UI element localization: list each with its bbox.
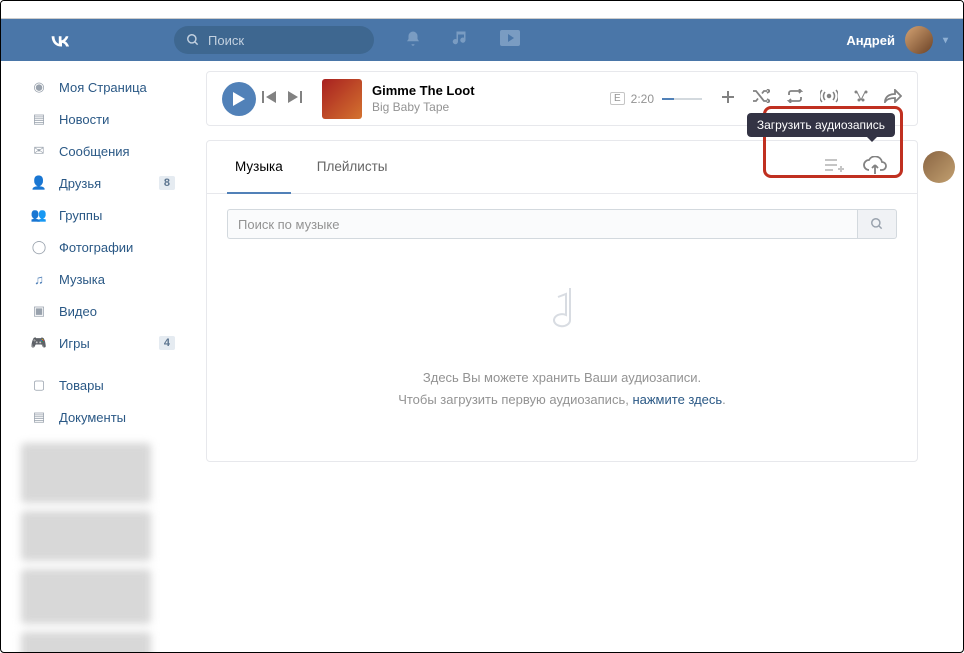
search-icon	[186, 33, 200, 47]
notifications-icon[interactable]	[404, 30, 422, 51]
music-note-icon: ♫	[29, 269, 49, 289]
search-placeholder: Поиск	[208, 33, 244, 48]
blurred-widget	[21, 569, 151, 624]
explicit-badge: E	[610, 92, 625, 105]
camera-icon: ◯	[29, 237, 49, 257]
friends-icon: 👤	[29, 173, 49, 193]
repeat-icon[interactable]	[786, 89, 804, 108]
groups-icon: 👥	[29, 205, 49, 225]
empty-text-suffix: .	[722, 392, 726, 407]
sidebar-item-games[interactable]: 🎮 Игры 4	[21, 327, 183, 359]
note-icon	[542, 284, 582, 337]
main-content: Gimme The Loot Big Baby Tape E 2:20 Загр	[191, 61, 963, 652]
global-search[interactable]: Поиск	[174, 26, 374, 54]
sidebar-item-label: Товары	[59, 378, 104, 393]
sidebar-item-label: Новости	[59, 112, 109, 127]
playlist-add-icon[interactable]	[825, 158, 845, 177]
tab-playlists[interactable]: Плейлисты	[309, 141, 396, 193]
profile-avatar[interactable]	[923, 151, 955, 183]
sidebar-item-docs[interactable]: ▤ Документы	[21, 401, 183, 433]
blurred-widget	[21, 632, 151, 653]
user-avatar[interactable]	[905, 26, 933, 54]
sidebar-item-label: Игры	[59, 336, 90, 351]
doc-icon: ▤	[29, 407, 49, 427]
sidebar-item-news[interactable]: ▤ Новости	[21, 103, 183, 135]
music-search-button[interactable]	[857, 209, 897, 239]
browser-bar	[1, 1, 963, 19]
sidebar-item-label: Друзья	[59, 176, 101, 191]
sidebar-item-label: Фотографии	[59, 240, 133, 255]
tab-music[interactable]: Музыка	[227, 141, 291, 194]
empty-text-line1: Здесь Вы можете хранить Ваши аудиозаписи…	[423, 370, 701, 385]
badge: 4	[159, 336, 175, 350]
empty-text-prefix: Чтобы загрузить первую аудиозапись,	[398, 392, 632, 407]
track-artist: Big Baby Tape	[372, 100, 475, 114]
progress-bar[interactable]	[662, 98, 702, 100]
music-icon[interactable]	[452, 30, 470, 51]
bag-icon: ▢	[29, 375, 49, 395]
prev-button[interactable]	[262, 91, 276, 106]
username[interactable]: Андрей	[846, 33, 895, 48]
sidebar-item-label: Моя Страница	[59, 80, 147, 95]
upload-tooltip: Загрузить аудиозапись	[747, 113, 895, 137]
play-button[interactable]	[222, 82, 256, 116]
sidebar-item-label: Музыка	[59, 272, 105, 287]
album-art	[322, 79, 362, 119]
track-title: Gimme The Loot	[372, 83, 475, 98]
vk-logo[interactable]	[46, 27, 74, 53]
broadcast-icon[interactable]	[820, 89, 838, 108]
sidebar-item-messages[interactable]: ✉ Сообщения	[21, 135, 183, 167]
header: Поиск Андрей ▾	[1, 19, 963, 61]
sidebar-item-label: Группы	[59, 208, 102, 223]
sidebar: ◉ Моя Страница ▤ Новости ✉ Сообщения 👤 Друзь…	[1, 61, 191, 652]
options-icon[interactable]	[854, 89, 868, 108]
video-icon[interactable]	[500, 30, 520, 51]
add-icon[interactable]	[720, 89, 736, 108]
sidebar-item-groups[interactable]: 👥 Группы	[21, 199, 183, 231]
upload-link[interactable]: нажмите здесь	[632, 392, 722, 407]
music-panel: Загрузить аудиозапись Музыка Плейлисты	[206, 140, 918, 462]
share-icon[interactable]	[884, 89, 902, 108]
music-search-input[interactable]	[227, 209, 857, 239]
sidebar-item-label: Видео	[59, 304, 97, 319]
empty-state: Здесь Вы можете хранить Ваши аудиозаписи…	[207, 254, 917, 461]
shuffle-icon[interactable]	[752, 89, 770, 108]
game-icon: 🎮	[29, 333, 49, 353]
sidebar-item-market[interactable]: ▢ Товары	[21, 369, 183, 401]
sidebar-item-photos[interactable]: ◯ Фотографии	[21, 231, 183, 263]
sidebar-item-friends[interactable]: 👤 Друзья 8	[21, 167, 183, 199]
home-icon: ◉	[29, 77, 49, 97]
chevron-down-icon[interactable]: ▾	[943, 35, 948, 46]
news-icon: ▤	[29, 109, 49, 129]
next-button[interactable]	[288, 91, 302, 106]
sidebar-item-label: Документы	[59, 410, 126, 425]
message-icon: ✉	[29, 141, 49, 161]
upload-icon[interactable]	[863, 156, 887, 179]
blurred-widget	[21, 443, 151, 503]
sidebar-item-music[interactable]: ♫ Музыка	[21, 263, 183, 295]
duration: 2:20	[631, 92, 654, 106]
sidebar-item-profile[interactable]: ◉ Моя Страница	[21, 71, 183, 103]
film-icon: ▣	[29, 301, 49, 321]
blurred-widget	[21, 511, 151, 561]
sidebar-item-label: Сообщения	[59, 144, 130, 159]
badge: 8	[159, 176, 175, 190]
sidebar-item-video[interactable]: ▣ Видео	[21, 295, 183, 327]
